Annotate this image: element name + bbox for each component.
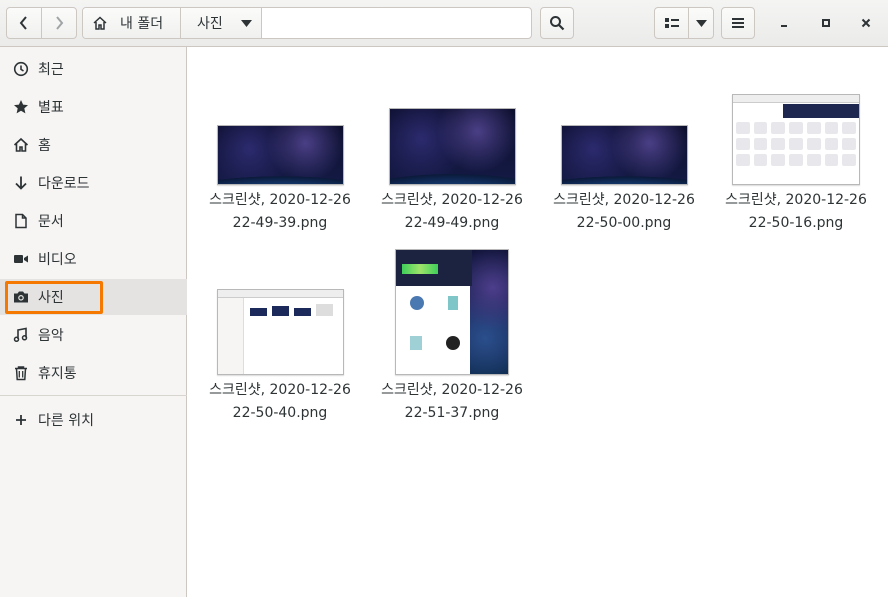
file-view[interactable]: 스크린샷, 2020-12-26 22-49-39.png 스크린샷, 2020-…: [188, 47, 888, 597]
forward-button[interactable]: [41, 7, 77, 39]
path-home-button[interactable]: 내 폴더: [83, 8, 181, 38]
maximize-icon: [822, 19, 830, 27]
view-options-button[interactable]: [688, 7, 714, 39]
sidebar: 최근 별표 홈 다운로드 문서 비디오 사진 음악 휴지통 다른 위치: [0, 47, 187, 597]
thumbnail-area: [200, 93, 360, 185]
file-thumbnail: [388, 108, 516, 185]
sidebar-item-other-locations[interactable]: 다른 위치: [0, 402, 187, 438]
file-name: 스크린샷, 2020-12-26 22-49-49.png: [381, 192, 523, 231]
sidebar-item-starred[interactable]: 별표: [0, 89, 187, 125]
path-home-label: 내 폴더: [120, 16, 164, 32]
path-current-label: 사진: [197, 16, 223, 32]
sidebar-item-home[interactable]: 홈: [0, 127, 187, 163]
document-icon: [12, 212, 30, 230]
sidebar-item-label: 다른 위치: [38, 413, 94, 429]
file-thumbnail: [560, 125, 688, 185]
sidebar-item-trash[interactable]: 휴지통: [0, 355, 187, 391]
sidebar-item-videos[interactable]: 비디오: [0, 241, 187, 277]
sidebar-item-label: 최근: [38, 62, 64, 78]
minimize-button[interactable]: [768, 7, 800, 39]
sidebar-item-recent[interactable]: 최근: [0, 51, 187, 87]
sidebar-item-music[interactable]: 음악: [0, 317, 187, 353]
star-icon: [12, 98, 30, 116]
sidebar-item-label: 문서: [38, 214, 64, 230]
file-name: 스크린샷, 2020-12-26 22-51-37.png: [381, 382, 523, 421]
thumbnail-area: [716, 93, 876, 185]
thumbnail-area: [372, 247, 532, 375]
triangle-down-icon: [240, 19, 252, 27]
minimize-icon: [781, 25, 787, 27]
thumbnail-area: [544, 93, 704, 185]
sidebar-item-label: 비디오: [38, 252, 77, 268]
file-thumbnail: [216, 289, 344, 375]
plus-icon: [12, 411, 30, 429]
triangle-down-icon: [695, 19, 707, 27]
file-thumbnail: [732, 94, 860, 185]
main-menu-button[interactable]: [721, 7, 755, 39]
thumbnail-area: [200, 247, 360, 375]
file-name: 스크린샷, 2020-12-26 22-50-16.png: [725, 192, 867, 231]
clock-icon: [12, 60, 30, 78]
sidebar-item-label: 홈: [38, 138, 51, 154]
file-name: 스크린샷, 2020-12-26 22-50-40.png: [209, 382, 351, 421]
file-thumbnail: [395, 249, 509, 375]
search-button[interactable]: [540, 7, 574, 39]
chevron-right-icon: [56, 16, 64, 30]
path-bar: 내 폴더 사진: [82, 7, 532, 39]
chevron-left-icon: [19, 16, 27, 30]
camera-icon: [12, 288, 30, 306]
home-icon: [12, 136, 30, 154]
thumbnail-area: [372, 93, 532, 185]
trash-icon: [12, 364, 30, 382]
list-view-icon: [664, 18, 679, 28]
sidebar-item-label: 사진: [38, 290, 64, 306]
view-toggle-button[interactable]: [654, 7, 689, 39]
sidebar-item-downloads[interactable]: 다운로드: [0, 165, 187, 201]
file-thumbnail: [216, 125, 344, 185]
sidebar-item-label: 다운로드: [38, 176, 90, 192]
path-current-button[interactable]: 사진: [181, 8, 262, 38]
header-bar: 내 폴더 사진: [0, 0, 888, 47]
sidebar-item-documents[interactable]: 문서: [0, 203, 187, 239]
maximize-button[interactable]: [810, 7, 842, 39]
home-icon: [93, 16, 107, 30]
file-name: 스크린샷, 2020-12-26 22-50-00.png: [553, 192, 695, 231]
sidebar-item-label: 음악: [38, 328, 64, 344]
search-icon: [550, 16, 565, 31]
sidebar-item-pictures[interactable]: 사진: [0, 279, 187, 315]
download-icon: [12, 174, 30, 192]
sidebar-item-label: 별표: [38, 100, 64, 116]
sidebar-separator: [0, 395, 187, 396]
hamburger-icon: [732, 18, 744, 28]
video-icon: [12, 250, 30, 268]
close-icon: [861, 18, 871, 28]
file-name: 스크린샷, 2020-12-26 22-49-39.png: [209, 192, 351, 231]
close-button[interactable]: [850, 7, 882, 39]
back-button[interactable]: [6, 7, 42, 39]
music-icon: [12, 326, 30, 344]
sidebar-item-label: 휴지통: [38, 366, 77, 382]
